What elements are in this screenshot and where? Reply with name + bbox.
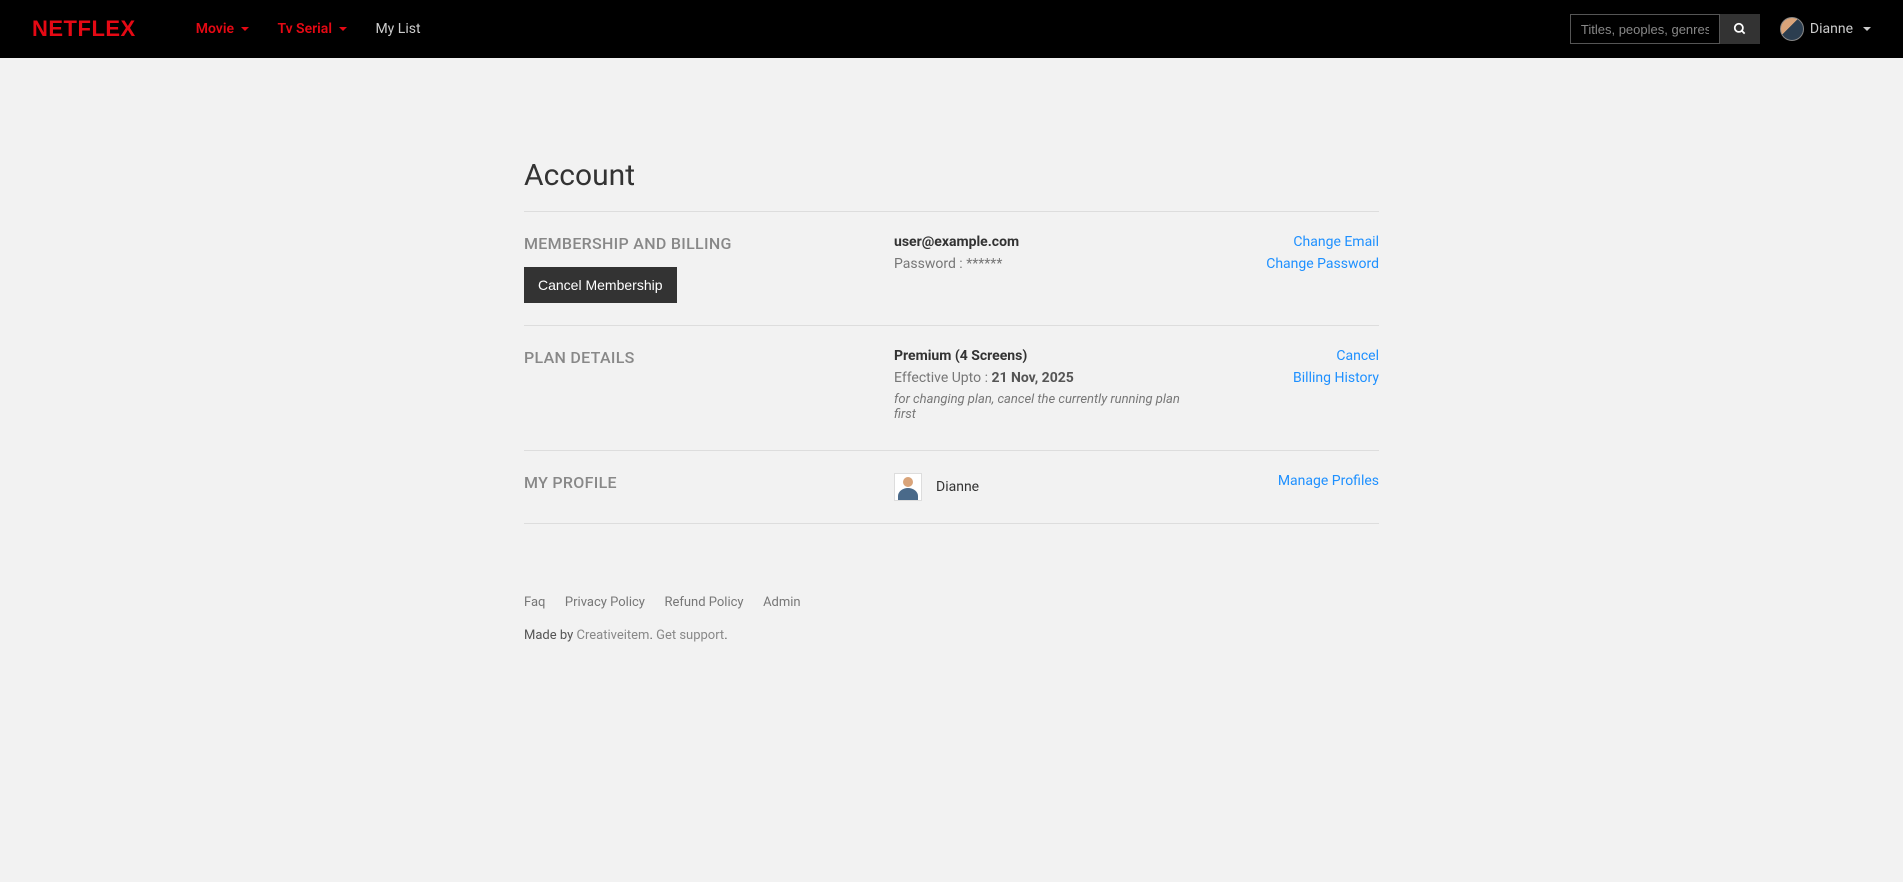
section-membership: MEMBERSHIP AND BILLING Cancel Membership…: [524, 212, 1379, 325]
made-by-prefix: Made by: [524, 628, 576, 643]
password-mask: ******: [966, 256, 1002, 272]
cancel-membership-button[interactable]: Cancel Membership: [524, 267, 677, 303]
caret-down-icon: [1863, 27, 1871, 31]
effective-label: Effective Upto :: [894, 370, 991, 386]
support-link[interactable]: Get support: [656, 628, 724, 643]
nav-items: Movie Tv Serial My List: [196, 21, 421, 37]
change-email-link[interactable]: Change Email: [1199, 234, 1379, 250]
section-left: PLAN DETAILS: [524, 348, 894, 428]
footer-admin[interactable]: Admin: [763, 595, 801, 610]
section-mid: Dianne: [894, 473, 1199, 501]
main-container: Account MEMBERSHIP AND BILLING Cancel Me…: [524, 58, 1379, 683]
plan-name: Premium (4 Screens): [894, 348, 1199, 364]
logo[interactable]: NETFLEX: [32, 16, 136, 42]
made-by-end: .: [724, 628, 727, 643]
section-left: MY PROFILE: [524, 473, 894, 501]
account-email: user@example.com: [894, 234, 1199, 250]
password-label: Password :: [894, 256, 966, 272]
nav-tvserial-label: Tv Serial: [277, 21, 331, 37]
section-left: MEMBERSHIP AND BILLING Cancel Membership: [524, 234, 894, 303]
plan-heading: PLAN DETAILS: [524, 348, 894, 367]
section-right: Manage Profiles: [1199, 473, 1379, 501]
footer-links: Faq Privacy Policy Refund Policy Admin: [524, 574, 1379, 610]
manage-profiles-link[interactable]: Manage Profiles: [1199, 473, 1379, 489]
section-profile: MY PROFILE Dianne Manage Profiles: [524, 451, 1379, 523]
profile-heading: MY PROFILE: [524, 473, 894, 492]
search-icon: [1733, 22, 1747, 36]
search-wrap: [1570, 14, 1760, 44]
nav-right: Dianne: [1570, 14, 1871, 44]
section-plan: PLAN DETAILS Premium (4 Screens) Effecti…: [524, 326, 1379, 450]
search-input[interactable]: [1570, 14, 1720, 44]
password-row: Password : ******: [894, 256, 1199, 272]
section-right: Cancel Billing History: [1199, 348, 1379, 428]
nav-movie[interactable]: Movie: [196, 21, 250, 37]
effective-date: 21 Nov, 2025: [991, 370, 1073, 386]
search-button[interactable]: [1720, 14, 1760, 44]
footer-privacy[interactable]: Privacy Policy: [565, 595, 645, 610]
plan-cancel-link[interactable]: Cancel: [1199, 348, 1379, 364]
caret-down-icon: [241, 27, 249, 31]
user-menu[interactable]: Dianne: [1780, 17, 1871, 41]
creativeitem-link[interactable]: Creativeitem: [576, 628, 649, 643]
nav-movie-label: Movie: [196, 21, 234, 37]
profile-avatar: [894, 473, 922, 501]
page-title: Account: [524, 158, 1379, 193]
change-password-link[interactable]: Change Password: [1199, 256, 1379, 272]
nav-mylist[interactable]: My List: [375, 21, 420, 37]
made-by: Made by Creativeitem. Get support.: [524, 628, 1379, 643]
navbar: NETFLEX Movie Tv Serial My List Dianne: [0, 0, 1903, 58]
footer-faq[interactable]: Faq: [524, 595, 545, 610]
profile-name: Dianne: [936, 479, 979, 495]
user-name: Dianne: [1810, 21, 1853, 37]
divider: [524, 523, 1379, 524]
membership-heading: MEMBERSHIP AND BILLING: [524, 234, 894, 253]
section-mid: Premium (4 Screens) Effective Upto : 21 …: [894, 348, 1199, 428]
nav-tvserial[interactable]: Tv Serial: [277, 21, 347, 37]
caret-down-icon: [339, 27, 347, 31]
section-mid: user@example.com Password : ******: [894, 234, 1199, 303]
section-right: Change Email Change Password: [1199, 234, 1379, 303]
billing-history-link[interactable]: Billing History: [1199, 370, 1379, 386]
plan-note: for changing plan, cancel the currently …: [894, 392, 1199, 422]
effective-row: Effective Upto : 21 Nov, 2025: [894, 370, 1199, 386]
profile-row: Dianne: [894, 473, 1199, 501]
avatar: [1780, 17, 1804, 41]
footer-refund[interactable]: Refund Policy: [664, 595, 743, 610]
